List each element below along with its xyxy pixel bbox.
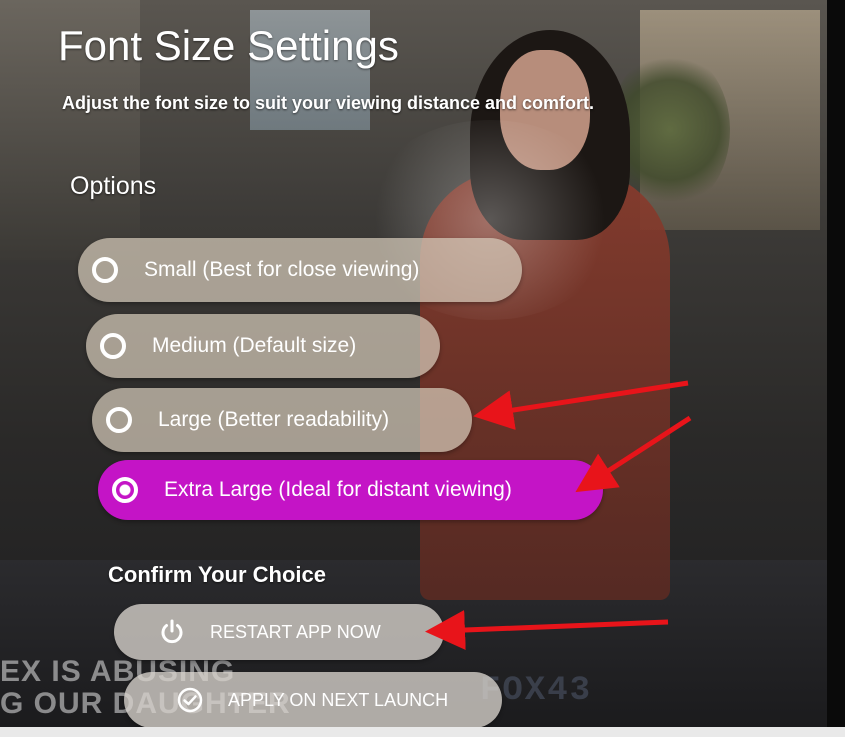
page-title: Font Size Settings [58, 22, 399, 69]
radio-selected-icon [112, 477, 138, 503]
option-medium[interactable]: Medium (Default size) [86, 314, 440, 378]
option-extra-large[interactable]: Extra Large (Ideal for distant viewing) [98, 460, 603, 520]
restart-app-now-button[interactable]: RESTART APP NOW [114, 604, 444, 660]
option-label: Medium (Default size) [152, 334, 357, 357]
apply-on-next-launch-button[interactable]: APPLY ON NEXT LAUNCH [124, 672, 502, 728]
radio-unselected-icon [100, 333, 126, 359]
page-subtitle: Adjust the font size to suit your viewin… [62, 93, 595, 113]
option-large[interactable]: Large (Better readability) [92, 388, 472, 452]
option-label: Small (Best for close viewing) [144, 258, 420, 281]
restart-label: RESTART APP NOW [210, 621, 381, 642]
option-small[interactable]: Small (Best for close viewing) [78, 238, 522, 302]
tv-bezel [827, 0, 845, 737]
option-label: Large (Better readability) [158, 408, 390, 431]
power-icon [161, 619, 183, 644]
option-label: Extra Large (Ideal for distant viewing) [164, 478, 512, 501]
radio-unselected-icon [106, 407, 132, 433]
check-circle-icon [177, 687, 203, 713]
radio-unselected-icon [92, 257, 118, 283]
apply-label: APPLY ON NEXT LAUNCH [228, 689, 449, 710]
confirm-heading: Confirm Your Choice [108, 562, 326, 587]
options-heading: Options [70, 172, 157, 200]
tv-bezel-bottom [0, 727, 845, 737]
